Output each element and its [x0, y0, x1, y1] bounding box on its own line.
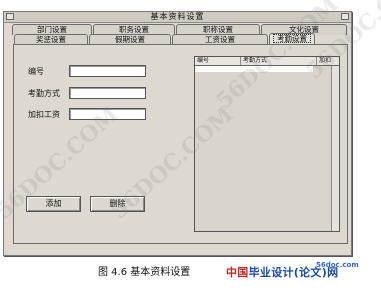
grid-col-attendance-type[interactable]: 考勤方式 [241, 57, 317, 65]
settings-window: 基本资料设置 部门设置 职务设置 职称设置 文化设置 奖惩设置 假期设置 工资设… [3, 11, 352, 256]
grid-vertical-scrollbar[interactable] [331, 66, 339, 231]
grid-col-id[interactable]: 编号 [195, 57, 241, 65]
brand-name: 中国毕业设计(论文)网 [226, 266, 338, 280]
attendance-type-field[interactable] [69, 87, 146, 99]
brand-name-b: 毕业设计(论文)网 [248, 266, 339, 279]
grid-empty-row[interactable] [195, 66, 313, 72]
brand-name-a: 中国 [226, 266, 249, 279]
grid-header: 编号 考勤方式 加扣 [195, 57, 339, 66]
system-menu-icon[interactable] [6, 13, 14, 20]
attendance-type-label: 考勤方式 [28, 89, 60, 98]
attendance-grid[interactable]: 编号 考勤方式 加扣 [194, 56, 340, 232]
salary-adjust-field[interactable] [69, 108, 146, 120]
close-icon[interactable] [341, 13, 349, 20]
delete-button[interactable]: 删除 [90, 196, 145, 212]
salary-adjust-label: 加扣工资 [28, 110, 60, 119]
window-titlebar: 基本资料设置 [4, 12, 351, 23]
figure-caption: 图 4.6 基本资料设置 [98, 267, 191, 278]
tab-panel-attendance: 编号 考勤方式 加扣工资 添加 删除 编号 考勤方式 加扣 [13, 44, 348, 244]
id-field[interactable] [69, 65, 146, 77]
add-button[interactable]: 添加 [26, 196, 81, 212]
window-title: 基本资料设置 [150, 12, 205, 21]
grid-col-salary-adjust[interactable]: 加扣 [317, 57, 339, 65]
id-label: 编号 [28, 67, 44, 76]
